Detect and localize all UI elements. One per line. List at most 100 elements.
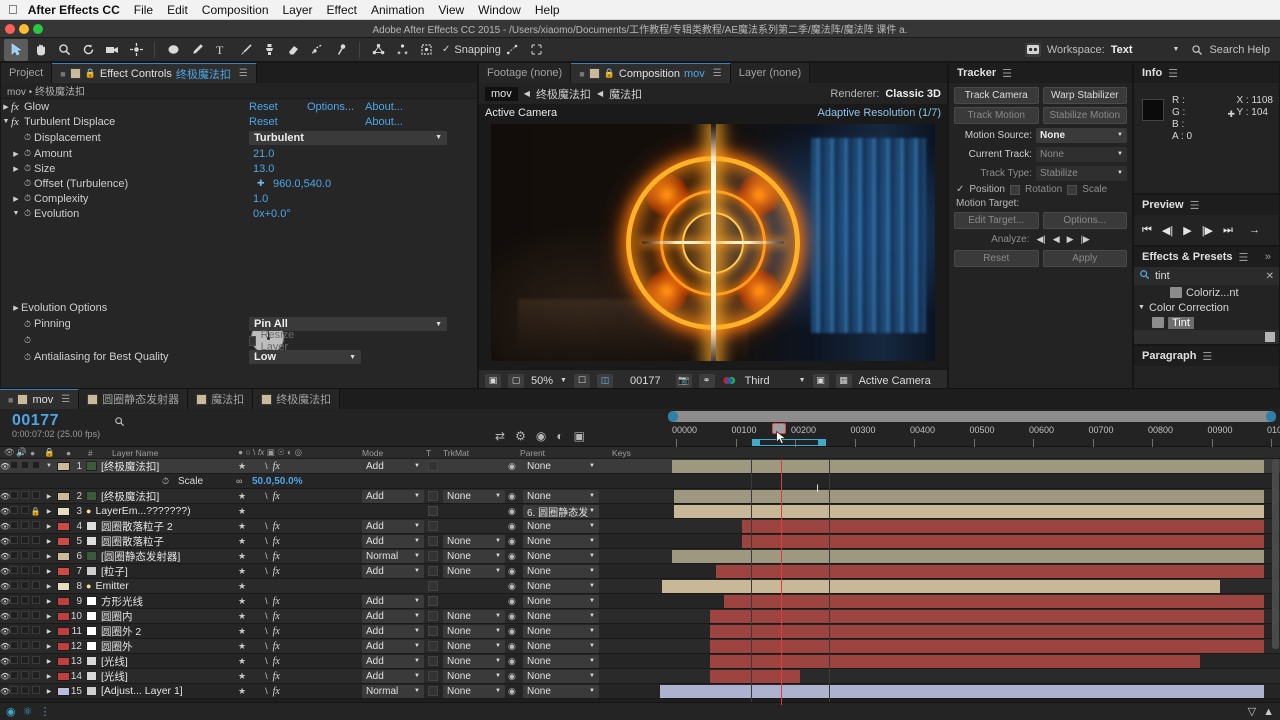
layer-switches[interactable]: ★\fx: [238, 536, 280, 547]
layer-audio-toggle[interactable]: [8, 460, 19, 472]
search-help-icon[interactable]: [1185, 39, 1209, 61]
effect-row-glow[interactable]: ▶ fx Glow Reset Options... About...: [1, 99, 477, 114]
collapse-icon[interactable]: \: [265, 671, 268, 681]
layer-label-color[interactable]: [57, 657, 70, 666]
effects-icon[interactable]: fx: [273, 611, 280, 622]
layer-preserve-transparency-toggle[interactable]: [428, 611, 438, 621]
minimize-window-button[interactable]: [19, 24, 29, 34]
collapse-icon[interactable]: \: [265, 551, 268, 561]
layer-parent-dropdown[interactable]: None▼: [523, 550, 599, 563]
effects-result-top[interactable]: Coloriz...nt: [1134, 285, 1279, 300]
layer-label-color[interactable]: [57, 537, 70, 546]
layer-disclosure-icon[interactable]: ▶: [41, 553, 57, 560]
parent-pickwhip-icon[interactable]: ◉: [508, 611, 516, 622]
layer-solo-toggle[interactable]: [19, 535, 30, 547]
property-row-pinning[interactable]: ⏱ Pinning Pin All ▼: [1, 316, 71, 332]
hide-shy-layers-icon[interactable]: ▣: [574, 429, 585, 443]
layer-parent-dropdown[interactable]: 6. 圆圈静态发▼: [523, 505, 599, 518]
toggle-mask-icon[interactable]: ▣: [813, 374, 829, 388]
layer-mode-dropdown[interactable]: Add▼: [362, 535, 424, 548]
timeline-tab-3[interactable]: 终极魔法扣: [253, 389, 340, 409]
layer-lock-toggle[interactable]: [30, 670, 41, 682]
track-row-10[interactable]: [664, 609, 1280, 624]
work-area-end-handle[interactable]: [818, 439, 826, 446]
preview-shortcut-icon[interactable]: →: [1249, 224, 1260, 236]
layer-preserve-transparency-toggle[interactable]: [428, 551, 438, 561]
toggle-transparency-grid-icon[interactable]: ▣: [485, 374, 501, 388]
layer-audio-toggle[interactable]: [8, 670, 19, 682]
layer-visibility-icon[interactable]: 👁: [0, 537, 8, 546]
camera-view-value[interactable]: Active Camera: [859, 375, 931, 387]
layer-preserve-transparency-toggle[interactable]: [428, 641, 438, 651]
parent-pickwhip-icon[interactable]: ◉: [508, 671, 516, 682]
layer-duration-bar[interactable]: [710, 625, 1264, 638]
shy-icon[interactable]: ★: [238, 656, 246, 667]
hand-tool-icon[interactable]: [28, 39, 52, 61]
layer-trkmat-dropdown[interactable]: None▼: [443, 565, 505, 578]
puppet-overlap-icon[interactable]: [414, 39, 438, 61]
draft-3d-icon[interactable]: ⚙: [515, 429, 526, 443]
property-row-evolution[interactable]: ▼ ⏱ Evolution 0x+0.0°: [1, 206, 477, 221]
layer-mode-dropdown[interactable]: Add▼: [362, 625, 424, 638]
layer-label-color[interactable]: [57, 582, 70, 591]
layer-label-color[interactable]: [57, 627, 70, 636]
layer-trkmat-dropdown[interactable]: None▼: [443, 610, 505, 623]
camera-tool-icon[interactable]: [100, 39, 124, 61]
effects-icon[interactable]: fx: [273, 536, 280, 547]
rotation-tool-icon[interactable]: [76, 39, 100, 61]
layer-visibility-icon[interactable]: 👁: [0, 552, 8, 561]
collapse-icon[interactable]: \: [265, 566, 268, 576]
layer-visibility-icon[interactable]: 👁: [0, 597, 8, 606]
layer-preserve-transparency-toggle[interactable]: [428, 671, 438, 681]
stopwatch-icon[interactable]: ⏱: [21, 132, 34, 143]
layer-mode-dropdown[interactable]: Add▼: [362, 655, 424, 668]
tab-composition[interactable]: ■ 🔒 Composition mov ☰: [571, 63, 731, 83]
menu-item-effect[interactable]: Effect: [327, 3, 357, 17]
layer-audio-toggle[interactable]: [8, 550, 19, 562]
layer-mode-dropdown[interactable]: Add▼: [362, 490, 424, 503]
layer-lock-toggle[interactable]: [30, 640, 41, 652]
lock-icon[interactable]: 🔒: [85, 68, 96, 79]
layer-duration-bar[interactable]: [724, 595, 1264, 608]
layer-label-color[interactable]: [57, 507, 70, 516]
scale-label[interactable]: Scale: [1082, 184, 1107, 195]
layer-parent-dropdown[interactable]: None▼: [523, 610, 599, 623]
tracker-apply-button[interactable]: Apply: [1043, 250, 1128, 267]
layer-trkmat-dropdown[interactable]: None▼: [443, 640, 505, 653]
timeline-ruler[interactable]: 0000000100002000030000400005000060000700…: [664, 409, 1280, 447]
layer-mode-dropdown[interactable]: Add▼: [362, 670, 424, 683]
layer-preserve-transparency-toggle[interactable]: [428, 626, 438, 636]
effects-icon[interactable]: fx: [273, 626, 280, 637]
layer-solo-toggle[interactable]: [19, 625, 30, 637]
close-tab-icon-timeline[interactable]: ■: [8, 395, 13, 405]
track-row-15[interactable]: [664, 684, 1280, 699]
anchor-point-icon[interactable]: ✚: [257, 178, 265, 189]
disclosure-triangle-complexity-icon[interactable]: ▶: [11, 195, 21, 203]
layer-switches[interactable]: ★\fx: [238, 686, 280, 697]
last-frame-icon[interactable]: ⏭: [1223, 224, 1233, 237]
layer-trkmat-dropdown[interactable]: None▼: [443, 490, 505, 503]
live-update-icon[interactable]: ⇄: [495, 429, 505, 443]
layer-solo-toggle[interactable]: [19, 655, 30, 667]
layer-visibility-icon[interactable]: 👁: [0, 612, 8, 621]
layer-audio-toggle[interactable]: [8, 625, 19, 637]
collapse-icon[interactable]: \: [265, 596, 268, 606]
text-tool-icon[interactable]: T: [209, 39, 233, 61]
layer-preserve-transparency-toggle[interactable]: [428, 656, 438, 666]
resize-layer-checkbox[interactable]: [249, 336, 256, 346]
tracker-reset-button[interactable]: Reset: [954, 250, 1039, 267]
new-folder-icon[interactable]: [1265, 332, 1275, 342]
timeline-zoom-in-icon[interactable]: ▲: [1263, 706, 1274, 718]
timeline-rows-container[interactable]: 👁▼1[终极魔法扣]★\fxAdd▼◉None▼⏱Scale∞50.0,50.0…: [0, 459, 1280, 705]
property-value-offset[interactable]: 960.0,540.0: [273, 178, 331, 190]
layer-duration-bar[interactable]: [710, 655, 1200, 668]
layer-solo-toggle[interactable]: [19, 640, 30, 652]
layer-label-color[interactable]: [57, 642, 70, 651]
snapping-control[interactable]: ✓ Snapping: [442, 44, 501, 56]
eraser-tool-icon[interactable]: [281, 39, 305, 61]
snap-point-icon[interactable]: [501, 39, 525, 61]
chevron-down-icon-quality[interactable]: ▼: [799, 377, 806, 384]
composition-viewer[interactable]: Active Camera Adaptive Resolution (1/7): [479, 105, 947, 369]
layer-lock-toggle[interactable]: [30, 580, 41, 592]
track-row-6[interactable]: [664, 549, 1280, 564]
